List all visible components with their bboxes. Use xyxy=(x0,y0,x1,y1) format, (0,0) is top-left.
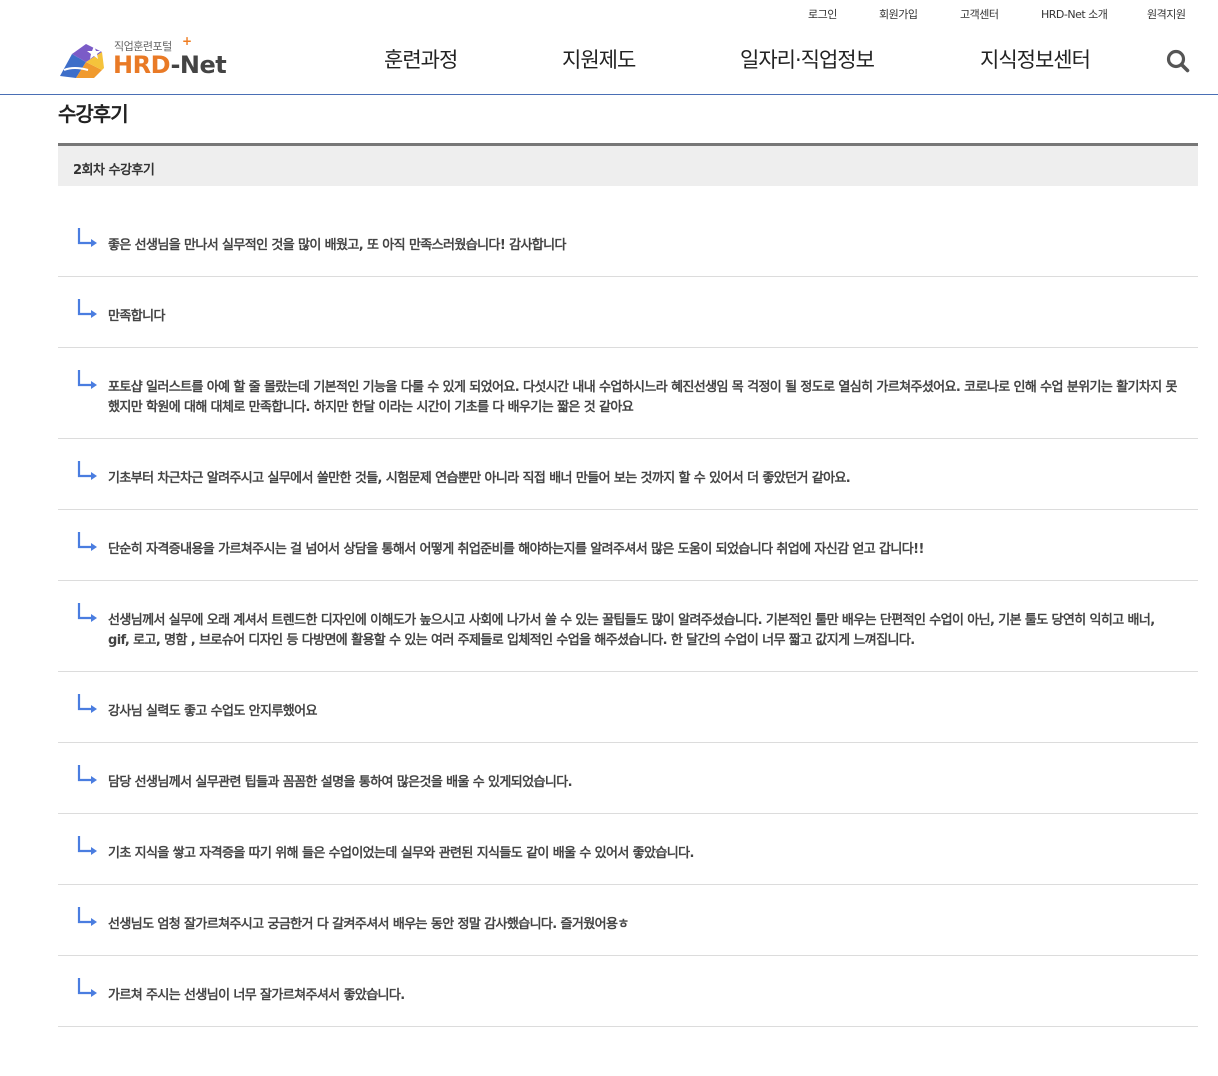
board-header-title: 2회차 수강후기 xyxy=(73,163,155,178)
review-text: 가르쳐 주시는 선생님이 너무 잘가르쳐주셔서 좋았습니다. xyxy=(108,988,405,1003)
review-list: 좋은 선생님을 만나서 실무적인 것을 많이 배웠고, 또 아직 만족스러웠습니… xyxy=(58,206,1198,1027)
search-button[interactable] xyxy=(1166,49,1190,73)
list-item: 기초부터 차근차근 알려주시고 실무에서 쓸만한 것들, 시험문제 연습뿐만 아… xyxy=(58,439,1198,510)
search-icon xyxy=(1166,49,1190,73)
list-item: 담당 선생님께서 실무관련 팁들과 꼼꼼한 설명을 통하여 많은것을 배울 수 … xyxy=(58,743,1198,814)
list-item: 가르쳐 주시는 선생님이 너무 잘가르쳐주셔서 좋았습니다. xyxy=(58,956,1198,1027)
list-item: 단순히 자격증내용을 가르쳐주시는 걸 넘어서 상담을 통해서 어떻게 취업준비… xyxy=(58,510,1198,581)
review-text: 선생님도 엄청 잘가르쳐주시고 궁금한거 다 갈켜주셔서 배우는 동안 정말 감… xyxy=(108,917,629,932)
review-text: 기초부터 차근차근 알려주시고 실무에서 쓸만한 것들, 시험문제 연습뿐만 아… xyxy=(108,471,851,486)
logo-plus-mark: + xyxy=(182,34,193,48)
list-item: 선생님도 엄청 잘가르쳐주시고 궁금한거 다 갈켜주셔서 배우는 동안 정말 감… xyxy=(58,885,1198,956)
logo-hrd: HRD xyxy=(113,51,171,79)
list-item: 기초 지식을 쌓고 자격증을 따기 위해 들은 수업이었는데 실무와 관련된 지… xyxy=(58,814,1198,885)
review-text: 선생님께서 실무에 오래 계셔서 트렌드한 디자인에 이해도가 높으시고 사회에… xyxy=(108,613,1155,648)
list-item: 좋은 선생님을 만나서 실무적인 것을 많이 배웠고, 또 아직 만족스러웠습니… xyxy=(58,206,1198,277)
logo-wordmark: HRD-Net xyxy=(113,51,227,79)
list-item: 포토샵 일러스트를 아예 할 줄 몰랐는데 기본적인 기능을 다룰 수 있게 되… xyxy=(58,348,1198,439)
customer-center-link[interactable]: 고객센터 xyxy=(960,6,999,22)
logo-net: -Net xyxy=(170,51,227,79)
board-header: 2회차 수강후기 xyxy=(58,143,1198,186)
signup-link[interactable]: 회원가입 xyxy=(879,6,918,22)
login-link[interactable]: 로그인 xyxy=(808,6,837,22)
review-text: 기초 지식을 쌓고 자격증을 따기 위해 들은 수업이었는데 실무와 관련된 지… xyxy=(108,846,694,861)
review-text: 만족합니다 xyxy=(108,309,165,324)
nav-knowledge-center[interactable]: 지식정보센터 xyxy=(980,44,1091,74)
nav-training-courses[interactable]: 훈련과정 xyxy=(384,44,458,74)
review-text: 단순히 자격증내용을 가르쳐주시는 걸 넘어서 상담을 통해서 어떻게 취업준비… xyxy=(108,542,924,557)
nav-support-programs[interactable]: 지원제도 xyxy=(562,44,636,74)
review-text: 포토샵 일러스트를 아예 할 줄 몰랐는데 기본적인 기능을 다룰 수 있게 되… xyxy=(108,380,1178,415)
list-item: 강사님 실력도 좋고 수업도 안지루했어요 xyxy=(58,672,1198,743)
about-link[interactable]: HRD-Net 소개 xyxy=(1041,6,1108,22)
review-text: 담당 선생님께서 실무관련 팁들과 꼼꼼한 설명을 통하여 많은것을 배울 수 … xyxy=(108,775,573,790)
review-text: 강사님 실력도 좋고 수업도 안지루했어요 xyxy=(108,704,317,719)
site-header: 로그인 회원가입 고객센터 HRD-Net 소개 원격지원 직업훈련포털 + H… xyxy=(0,0,1218,95)
logo-mark-icon xyxy=(60,44,104,78)
page-title: 수강후기 xyxy=(58,102,129,126)
hrd-net-logo[interactable]: 직업훈련포털 + HRD-Net xyxy=(58,34,227,80)
nav-job-info[interactable]: 일자리·직업정보 xyxy=(740,44,875,74)
review-text: 좋은 선생님을 만나서 실무적인 것을 많이 배웠고, 또 아직 만족스러웠습니… xyxy=(108,238,566,253)
list-item: 선생님께서 실무에 오래 계셔서 트렌드한 디자인에 이해도가 높으시고 사회에… xyxy=(58,581,1198,672)
list-item: 만족합니다 xyxy=(58,277,1198,348)
remote-support-link[interactable]: 원격지원 xyxy=(1147,6,1186,22)
